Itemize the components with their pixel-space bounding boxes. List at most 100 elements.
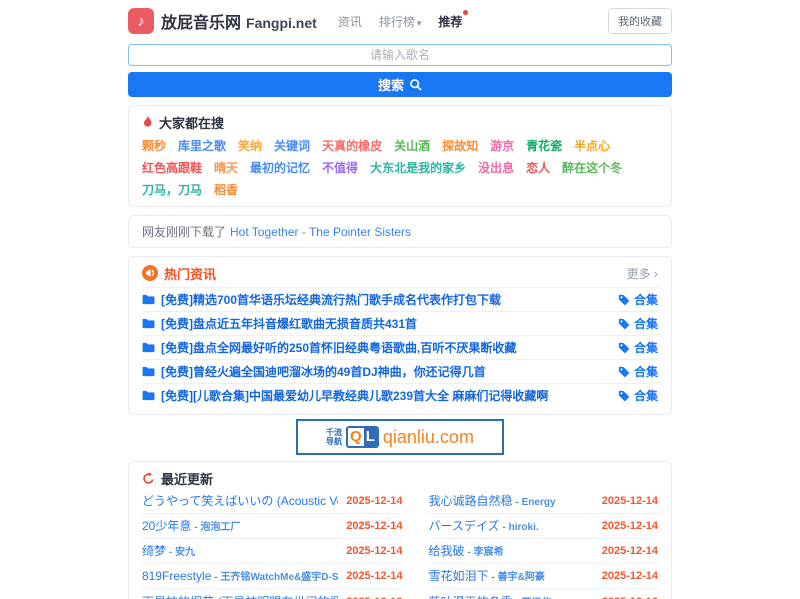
news-row: [免费]曾经火遍全国迪吧溜冰场的49首DJ神曲，你还记得几首 合集 [142,359,658,383]
hot-news-title: 热门资讯 [164,264,216,283]
hot-search-tag[interactable]: 半点心 [574,139,610,153]
song-date: 2025-12-14 [346,570,402,582]
hot-search-tag[interactable]: 刀马，刀马 [142,183,202,197]
song-date: 2025-12-14 [346,495,402,507]
hot-search-tags: 颗秒 库里之歌 笑纳 关键词 天真的橡皮 关山酒 探故知 游京 青花瓷 半点心 … [142,139,658,197]
site-title-link[interactable]: 放屁音乐网 Fangpi.net [161,9,317,33]
qianliu-ad-banner[interactable]: 千流导航 QL qianliu.com [296,419,504,455]
chevron-down-icon: ▾ [417,18,422,28]
hot-search-tag[interactable]: 关键词 [274,139,310,153]
news-link[interactable]: [免费]曾经火遍全国迪吧溜冰场的49首DJ神曲，你还记得几首 [142,363,608,380]
notification-dot [463,10,468,15]
news-row: [免费]精选700首华语乐坛经典流行热门歌手成名代表作打包下载 合集 [142,287,658,311]
search-icon [409,78,422,91]
hot-news-list: [免费]精选700首华语乐坛经典流行热门歌手成名代表作打包下载 合集 [免费]盘… [142,287,658,407]
collection-tag[interactable]: 合集 [618,387,658,404]
folder-icon [142,366,155,377]
hot-search-tag[interactable]: 红色高跟鞋 [142,161,202,175]
news-link[interactable]: [免费]精选700首华语乐坛经典流行热门歌手成名代表作打包下载 [142,291,608,308]
songs-left-column: どうやって笑えばいいの (Acoustic Ver.... 2025-12-14… [142,489,402,599]
song-search-input[interactable] [128,44,672,66]
news-row: [免费][儿歌合集]中国最爱幼儿早教经典儿歌239首大全 麻麻们记得收藏啊 合集 [142,383,658,407]
chevron-right-icon: › [654,267,658,280]
hot-search-tag[interactable]: 稻香 [214,183,238,197]
hot-search-tag[interactable]: 不值得 [322,161,358,175]
song-link[interactable]: 819Freestyle- 王齐铭WatchMe&盛宇D-SHINE [142,567,338,585]
refresh-icon [142,472,155,485]
hot-search-title: 大家都在搜 [159,113,224,132]
tag-icon [618,366,630,378]
song-row: 雨是神的烟花 (雨是神明赐在世间的烟花... 2025-12-13 [142,589,402,599]
song-row: 绮梦- 安九 2025-12-14 [142,539,402,564]
song-link[interactable]: 20少年意- 泡泡工厂 [142,517,338,535]
song-link[interactable]: 落叶漫天的冬季- 蔡枫华 [428,593,593,599]
hot-news-more-link[interactable]: 更多› [627,265,658,282]
news-link[interactable]: [免费]盘点全网最好听的250首怀旧经典粤语歌曲,百听不厌果断收藏 [142,339,608,356]
download-notice: 网友刚刚下载了 Hot Together - The Pointer Sister… [128,215,672,248]
news-link[interactable]: [免费][儿歌合集]中国最爱幼儿早教经典儿歌239首大全 麻麻们记得收藏啊 [142,387,608,404]
song-link[interactable]: 雪花如泪下- 善宇&阿豪 [428,567,593,585]
collection-tag[interactable]: 合集 [618,291,658,308]
hot-search-tag[interactable]: 关山酒 [394,139,430,153]
song-link[interactable]: どうやって笑えばいいの (Acoustic Ver.... [142,492,338,510]
my-favorites-button[interactable]: 我的收藏 [608,8,672,34]
song-date: 2025-12-14 [346,520,402,532]
folder-icon [142,318,155,329]
hot-search-tag[interactable]: 醉在这个冬 [562,161,622,175]
hot-search-tag[interactable]: 最初的记忆 [250,161,310,175]
hot-search-tag[interactable]: 天真的橡皮 [322,139,382,153]
song-link[interactable]: 给我破- 李宸希 [428,542,593,560]
collection-tag[interactable]: 合集 [618,363,658,380]
song-date: 2025-12-14 [602,545,658,557]
news-row: [免费]盘点全网最好听的250首怀旧经典粤语歌曲,百听不厌果断收藏 合集 [142,335,658,359]
hot-news-card: 热门资讯 更多› [免费]精选700首华语乐坛经典流行热门歌手成名代表作打包下载… [128,256,672,415]
song-row: 给我破- 李宸希 2025-12-14 [428,539,658,564]
site-name: 放屁音乐网 [161,9,241,33]
music-note-icon: ♪ [137,13,145,30]
song-row: 20少年意- 泡泡工厂 2025-12-14 [142,514,402,539]
news-link[interactable]: [免费]盘点近五年抖音爆红歌曲无损音质共431首 [142,315,608,332]
tag-icon [618,390,630,402]
hot-search-tag[interactable]: 游京 [490,139,514,153]
nav-item-recommend[interactable]: 推荐 [438,13,462,30]
ql-logo: QL [346,426,379,448]
hot-search-tag[interactable]: 库里之歌 [178,139,226,153]
hot-search-tag[interactable]: 晴天 [214,161,238,175]
folder-icon [142,390,155,401]
banner-nav-text: 千流导航 [326,428,342,446]
hot-search-card: 大家都在搜 颗秒 库里之歌 笑纳 关键词 天真的橡皮 关山酒 探故知 游京 青花… [128,105,672,207]
song-row: 雪花如泪下- 善宇&阿豪 2025-12-14 [428,564,658,589]
downloaded-song-link[interactable]: Hot Together - The Pointer Sisters [230,225,411,239]
news-row: [免费]盘点近五年抖音爆红歌曲无损音质共431首 合集 [142,311,658,335]
hot-search-tag[interactable]: 恋人 [526,161,550,175]
hot-search-tag[interactable]: 大东北是我的家乡 [370,161,466,175]
main-nav: 资讯 排行榜▾ 推荐 [338,13,463,30]
song-link[interactable]: 我心诚路自然稳- Energy [428,492,593,510]
nav-item-rankings[interactable]: 排行榜▾ [379,13,422,30]
hot-search-tag[interactable]: 颗秒 [142,139,166,153]
tag-icon [618,342,630,354]
collection-tag[interactable]: 合集 [618,315,658,332]
download-notice-prefix: 网友刚刚下载了 [142,225,226,239]
song-link[interactable]: 绮梦- 安九 [142,542,338,560]
hot-search-tag[interactable]: 笑纳 [238,139,262,153]
folder-icon [142,342,155,353]
recent-updates-title: 最近更新 [161,469,213,488]
banner-domain-text: qianliu.com [383,427,474,448]
search-button[interactable]: 搜索 [128,72,672,97]
recent-songs-grid: どうやって笑えばいいの (Acoustic Ver.... 2025-12-14… [142,489,658,599]
song-link[interactable]: 雨是神的烟花 (雨是神明赐在世间的烟花... [142,593,338,599]
song-link[interactable]: バースデイズ- hiroki. [428,517,593,535]
site-domain: Fangpi.net [246,15,317,31]
song-date: 2025-12-13 [346,596,402,599]
nav-item-news[interactable]: 资讯 [338,13,362,30]
hot-search-tag[interactable]: 没出息 [478,161,514,175]
site-logo[interactable]: ♪ [128,8,154,34]
song-date: 2025-12-13 [602,596,658,599]
hot-search-tag[interactable]: 青花瓷 [526,139,562,153]
song-date: 2025-12-14 [346,545,402,557]
collection-tag[interactable]: 合集 [618,339,658,356]
song-date: 2025-12-14 [602,520,658,532]
song-row: 落叶漫天的冬季- 蔡枫华 2025-12-13 [428,589,658,599]
hot-search-tag[interactable]: 探故知 [442,139,478,153]
